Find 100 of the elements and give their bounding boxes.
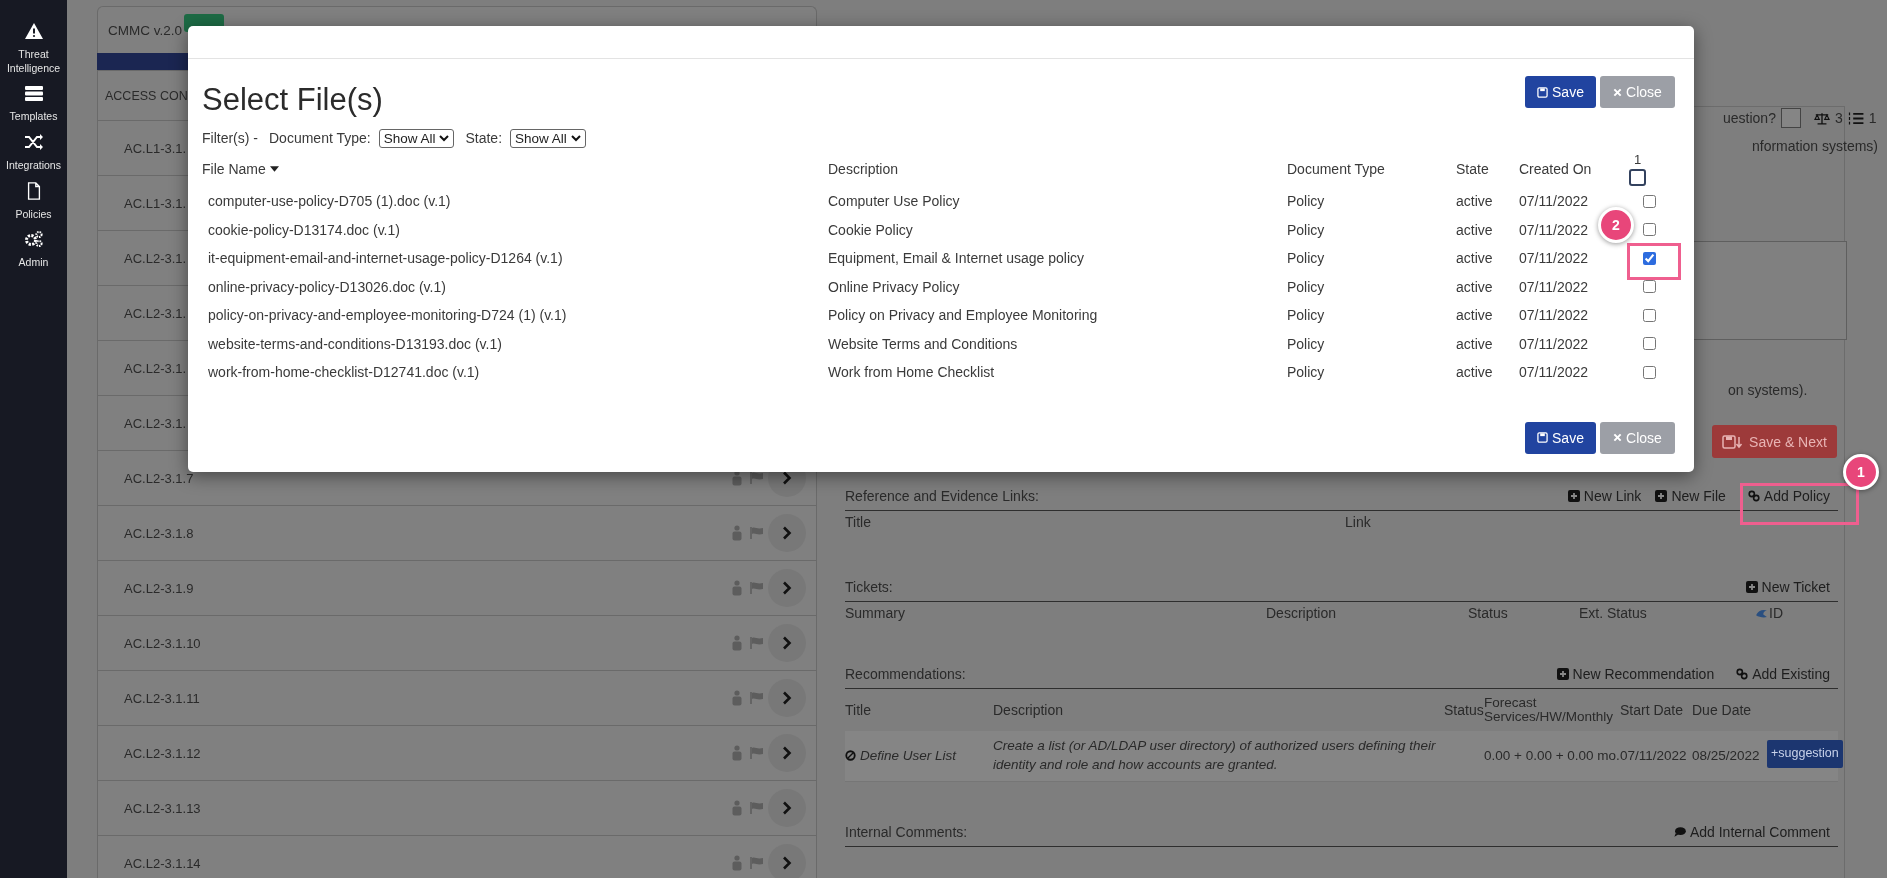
file-checkbox[interactable] (1642, 194, 1656, 208)
file-name[interactable]: online-privacy-policy-D13026.doc (v.1) (202, 278, 446, 295)
file-checkbox[interactable] (1642, 223, 1656, 237)
chevron-right-icon (782, 856, 792, 870)
file-checkbox[interactable] (1642, 337, 1656, 351)
file-name[interactable]: cookie-policy-D13174.doc (v.1) (202, 221, 400, 238)
column-header: Link (1345, 514, 1372, 530)
file-name[interactable]: work-from-home-checklist-D12741.doc (v.1) (202, 364, 480, 381)
control-row[interactable]: AC.L2-3.1.11 (97, 671, 817, 726)
sidebar-item[interactable]: Templates (1, 84, 66, 124)
file-checkbox[interactable] (1642, 280, 1656, 294)
due-date: 08/25/2022 (1692, 746, 1761, 765)
plus-square-icon (1567, 490, 1580, 502)
column-header: ID (1769, 605, 1783, 621)
select-all-checkbox[interactable] (1629, 169, 1646, 186)
action-link[interactable]: New Ticket (1745, 579, 1830, 595)
sidebar-item[interactable]: Integrations (1, 132, 66, 173)
column-header: Created On (1519, 161, 1592, 177)
column-header: Forecast Services/HW/Monthly (1484, 695, 1615, 725)
action-link[interactable]: Add Internal Comment (1673, 824, 1830, 840)
document-type: Policy (1287, 335, 1325, 352)
description-text: nformation systems) (1752, 137, 1879, 155)
chevron-right-icon (782, 636, 792, 650)
dialog-title: Select File(s) (202, 81, 383, 119)
file-description: Cookie Policy (828, 221, 913, 238)
column-header: Start Date (1620, 702, 1685, 718)
document-type: Policy (1287, 250, 1325, 267)
control-row[interactable]: AC.L2-3.1.14 (97, 836, 817, 878)
save-and-next-button[interactable]: Save & Next (1712, 425, 1837, 458)
control-label: AC.L2-3.1.8 (124, 525, 194, 541)
question-checkbox[interactable] (1780, 108, 1801, 128)
document-type: Policy (1287, 307, 1325, 324)
file-state: active (1456, 250, 1493, 267)
chevron-right-icon (782, 581, 792, 595)
file-checkbox[interactable] (1642, 308, 1656, 322)
action-link[interactable]: Add Existing (1736, 666, 1830, 682)
chevron-right-icon (782, 746, 792, 760)
flag-icon (750, 802, 764, 814)
sidebar-item[interactable]: Threat Intelligence (1, 22, 66, 76)
suggestion-button[interactable]: +suggestion (1767, 740, 1843, 768)
chevron-right-icon (782, 801, 792, 815)
document-type: Policy (1287, 278, 1325, 295)
created-date: 07/11/2022 (1519, 193, 1589, 210)
control-label: AC.L2-3.1.10 (124, 635, 201, 651)
file-checkbox[interactable] (1642, 365, 1656, 379)
file-checkbox[interactable] (1642, 251, 1656, 265)
save-button[interactable]: Save (1525, 76, 1596, 108)
action-link[interactable]: New File (1655, 488, 1726, 504)
control-label: AC.L2-3.1.12 (124, 745, 201, 761)
section-title: Internal Comments: (845, 824, 968, 840)
flag-icon (750, 692, 764, 704)
file-name[interactable]: it-equipment-email-and-internet-usage-policy-D1264 (v.1) (202, 250, 563, 267)
numbered-list-icon (1847, 111, 1864, 125)
column-header: Due Date (1692, 702, 1753, 718)
server-icon (23, 84, 44, 103)
control-label: AC.L2-3.1. (124, 415, 187, 431)
warning-icon (23, 22, 44, 40)
caret-down-icon (269, 166, 279, 172)
control-row[interactable]: AC.L2-3.1.12 (97, 726, 817, 781)
file-description: Equipment, Email & Internet usage policy (828, 250, 1085, 267)
column-header: Document Type (1287, 161, 1385, 177)
save-button[interactable]: Save (1525, 421, 1596, 454)
filter-dropdown[interactable]: Show All (378, 128, 455, 148)
filter-dropdown[interactable]: Show All (510, 128, 586, 148)
sidebar-item[interactable]: Admin (1, 230, 66, 270)
chevron-down-icon (439, 134, 450, 142)
person-icon (732, 800, 742, 816)
sidebar-item[interactable]: Policies (1, 181, 66, 222)
file-state: active (1456, 221, 1493, 238)
action-link[interactable]: Add Policy (1747, 488, 1830, 504)
domain-title: ACCESS CON (105, 88, 188, 103)
person-icon (732, 470, 742, 486)
start-date: 07/11/2022 (1620, 746, 1688, 765)
ban-icon (845, 750, 856, 762)
question-label: uestion? (1723, 110, 1776, 126)
column-header[interactable]: File Name (202, 161, 279, 177)
control-row[interactable]: AC.L2-3.1.13 (97, 781, 817, 836)
control-row[interactable]: AC.L2-3.1.10 (97, 616, 817, 671)
control-label: AC.L2-3.1.13 (124, 800, 201, 816)
action-link[interactable]: New Link (1567, 488, 1642, 504)
control-row[interactable]: AC.L2-3.1.8 (97, 506, 817, 561)
control-label: AC.L2-3.1. (124, 360, 187, 376)
count-value: 1 (1868, 110, 1877, 126)
plus-square-icon (1556, 668, 1569, 680)
file-description: Policy on Privacy and Employee Monitoring (828, 307, 1098, 324)
person-icon (732, 525, 742, 541)
file-name[interactable]: computer-use-policy-D705 (1).doc (v.1) (202, 193, 451, 210)
column-header: Status (1444, 702, 1484, 718)
control-label: AC.L1-3.1. (124, 140, 187, 156)
chevron-right-icon (782, 526, 792, 540)
action-link[interactable]: New Recommendation (1556, 666, 1715, 682)
description-text: on systems). (1728, 381, 1808, 399)
file-name[interactable]: policy-on-privacy-and-employee-monitoring-D724 (1) (v.1) (202, 307, 567, 324)
framework-title: CMMC v.2.0 (108, 22, 182, 38)
control-row[interactable]: AC.L2-3.1.9 (97, 561, 817, 616)
comment-icon (1673, 826, 1686, 838)
file-name[interactable]: website-terms-and-conditions-D13193.doc (v.1) (202, 335, 502, 352)
save-download-icon (1722, 434, 1745, 449)
column-header: Description (993, 702, 1065, 718)
filter-label: Filter(s) - (202, 130, 258, 146)
